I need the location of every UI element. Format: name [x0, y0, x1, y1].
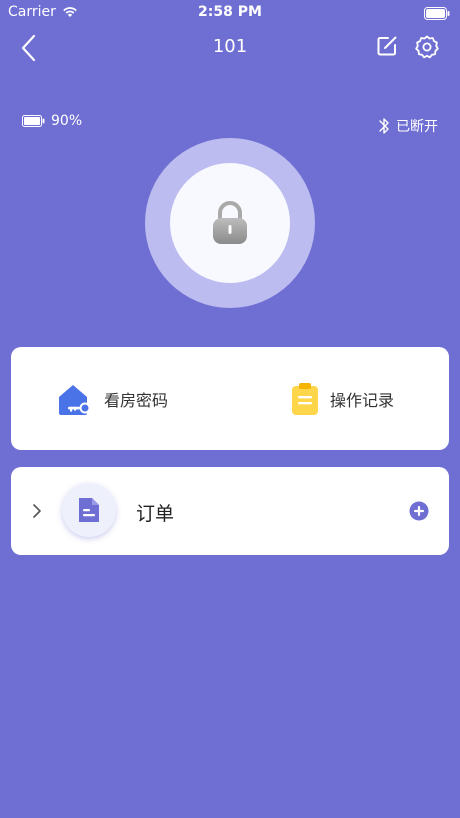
unlock-button[interactable] — [170, 163, 290, 283]
status-bar: Carrier 2:58 PM — [0, 0, 460, 24]
operation-records-button[interactable]: 操作记录 — [290, 381, 394, 417]
operation-records-label: 操作记录 — [330, 391, 395, 410]
bluetooth-status-label: 已断开 — [396, 119, 438, 135]
lock-battery-status: 90% — [22, 113, 82, 129]
nav-bar: 101 — [0, 28, 460, 68]
house-key-icon — [59, 385, 91, 415]
status-time: 2:58 PM — [198, 4, 262, 20]
orders-label: 订单 — [136, 503, 175, 525]
battery-icon — [424, 5, 450, 24]
document-icon — [79, 498, 99, 522]
orders-avatar — [62, 483, 116, 537]
edit-icon — [377, 36, 397, 56]
gear-icon — [415, 35, 439, 59]
edit-button[interactable] — [375, 34, 399, 58]
viewing-password-label: 看房密码 — [104, 391, 169, 410]
viewing-password-button[interactable]: 看房密码 — [56, 381, 168, 417]
clipboard-icon — [292, 383, 318, 415]
add-order-button[interactable] — [409, 501, 429, 521]
lock-battery-icon — [22, 115, 45, 127]
bluetooth-icon — [379, 118, 389, 134]
actions-card: 看房密码 操作记录 — [11, 347, 449, 450]
plus-circle-icon — [409, 501, 429, 521]
orders-expand-button[interactable] — [31, 501, 43, 521]
chevron-right-icon — [33, 504, 41, 518]
padlock-icon — [213, 201, 247, 244]
battery-level: 90% — [51, 113, 83, 129]
bluetooth-status: 已断开 — [377, 116, 438, 136]
settings-button[interactable] — [414, 34, 440, 60]
orders-card[interactable]: 订单 — [11, 467, 449, 555]
